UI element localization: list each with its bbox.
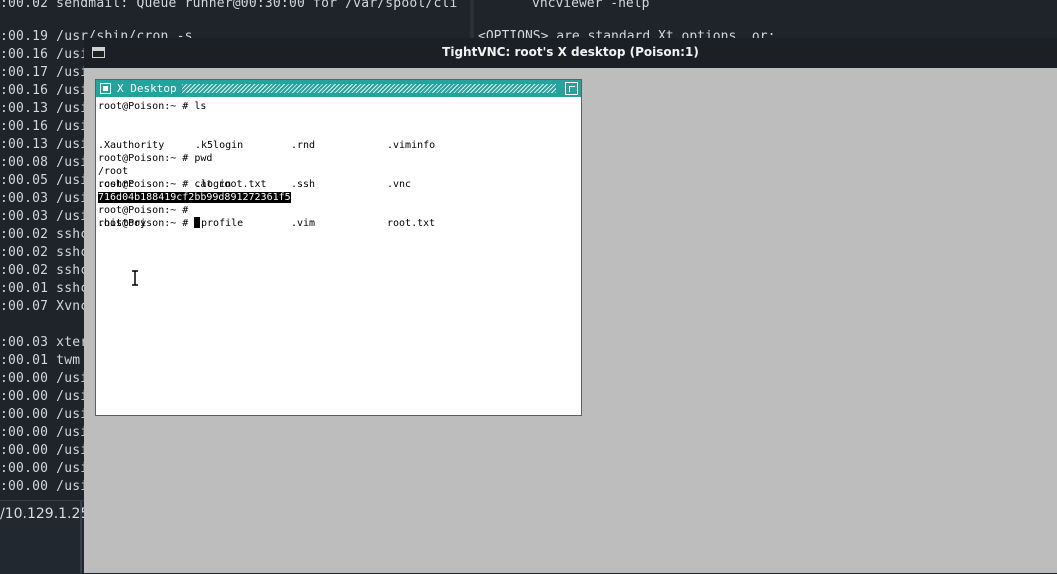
host-terminal-top-line: :00.02 sendmail: Queue runner@00:30:00 f… (0, 0, 458, 11)
host-terminal-process-line: :00.00 /usi (0, 407, 89, 422)
host-terminal-process-line: :00.08 /usi (0, 155, 89, 170)
iconify-icon[interactable] (100, 83, 111, 94)
xterm-title: X Desktop (117, 82, 177, 95)
host-terminal-process-line: :00.02 sshc (0, 263, 89, 278)
host-terminal-process-line: :00.01 twm (0, 353, 81, 368)
host-terminal-process-line: :00.03 /usi (0, 191, 89, 206)
titlebar-stripes (182, 84, 556, 93)
host-terminal-process-line: :00.16 /usi (0, 47, 89, 62)
ls-entry: .vnc (387, 179, 412, 190)
ls-output-column-3: .rnd .ssh .vim (291, 113, 327, 256)
terminal-line-pwd-output: /root (98, 166, 129, 177)
host-terminal-process-line: :00.16 /usi (0, 83, 89, 98)
ibeam-cursor-icon (132, 270, 138, 286)
ls-entry: root.txt (387, 218, 436, 229)
host-terminal-process-line: :00.13 /usi (0, 101, 89, 116)
host-status-separator (80, 500, 82, 573)
host-status-bar: /10.129.1.254 (0, 500, 98, 574)
terminal-line-cat-output[interactable]: 716d04b188419cf2bb99d891272361f5 (98, 191, 291, 204)
ls-entry: .rnd (291, 140, 316, 151)
host-terminal-process-line: :00.13 /usi (0, 137, 89, 152)
host-terminal-process-line: :00.05 /usi (0, 173, 89, 188)
host-terminal-process-line: :00.00 /usi (0, 425, 89, 440)
ls-entry: .profile (195, 218, 244, 229)
xterm-window[interactable]: X Desktop root@Poison:~ # ls .Xauthority… (95, 79, 582, 416)
host-terminal-process-line: :00.03 xter (0, 335, 89, 350)
host-terminal-process-line: :00.02 sshc (0, 245, 89, 260)
current-prompt-text: root@Poison:~ # (98, 218, 195, 229)
vnc-window-title: TightVNC: root's X desktop (Poison:1) (442, 45, 699, 59)
host-terminal-process-line: :00.03 /usi (0, 209, 89, 224)
ls-output-column-4: .viminfo .vnc root.txt (387, 113, 435, 256)
terminal-line-pwd-command: root@Poison:~ # pwd (98, 153, 213, 164)
host-terminal-process-line: :00.17 /usi (0, 65, 89, 80)
host-terminal-process-line: :00.07 Xvnc (0, 299, 89, 314)
host-terminal-right: vncviewer -help <OPTIONS> are standard X… (474, 0, 1057, 44)
terminal-line-current-prompt[interactable]: root@Poison:~ # (98, 217, 201, 230)
host-terminal-process-line: :00.00 /usi (0, 479, 89, 494)
vnc-titlebar[interactable]: TightVNC: root's X desktop (Poison:1) (84, 38, 1057, 68)
host-terminal-process-line: :00.00 /usi (0, 443, 89, 458)
ls-entry: .viminfo (387, 140, 436, 151)
resize-icon[interactable] (565, 82, 578, 95)
host-terminal-process-line: :00.02 sshc (0, 227, 89, 242)
host-terminal-process-line: :00.00 /usi (0, 461, 89, 476)
ls-entry: .ssh (291, 179, 316, 190)
terminal-line-cat-command: root@Poison:~ # cat root.txt (98, 179, 267, 190)
xterm-titlebar[interactable]: X Desktop (96, 80, 581, 97)
ls-entry: .Xauthority (98, 140, 165, 151)
host-terminal-process-line: :00.16 /usi (0, 119, 89, 134)
host-terminal-right-line: vncviewer -help (532, 0, 650, 11)
selected-flag-text[interactable]: 716d04b188419cf2bb99d891272361f5 (98, 192, 291, 203)
host-terminal-process-line: :00.01 sshc (0, 281, 89, 296)
xterm-terminal-screen[interactable]: root@Poison:~ # ls .Xauthority .cshrc .h… (98, 100, 580, 413)
text-cursor (194, 217, 201, 228)
terminal-line-ls-command: root@Poison:~ # ls (98, 101, 207, 112)
terminal-line-empty-prompt: root@Poison:~ # (98, 205, 189, 216)
host-terminal-process-line: :00.00 /usi (0, 371, 89, 386)
ls-entry: .k5login (195, 140, 244, 151)
host-terminal-process-line: :00.00 /usi (0, 389, 89, 404)
ls-entry: .vim (291, 218, 316, 229)
